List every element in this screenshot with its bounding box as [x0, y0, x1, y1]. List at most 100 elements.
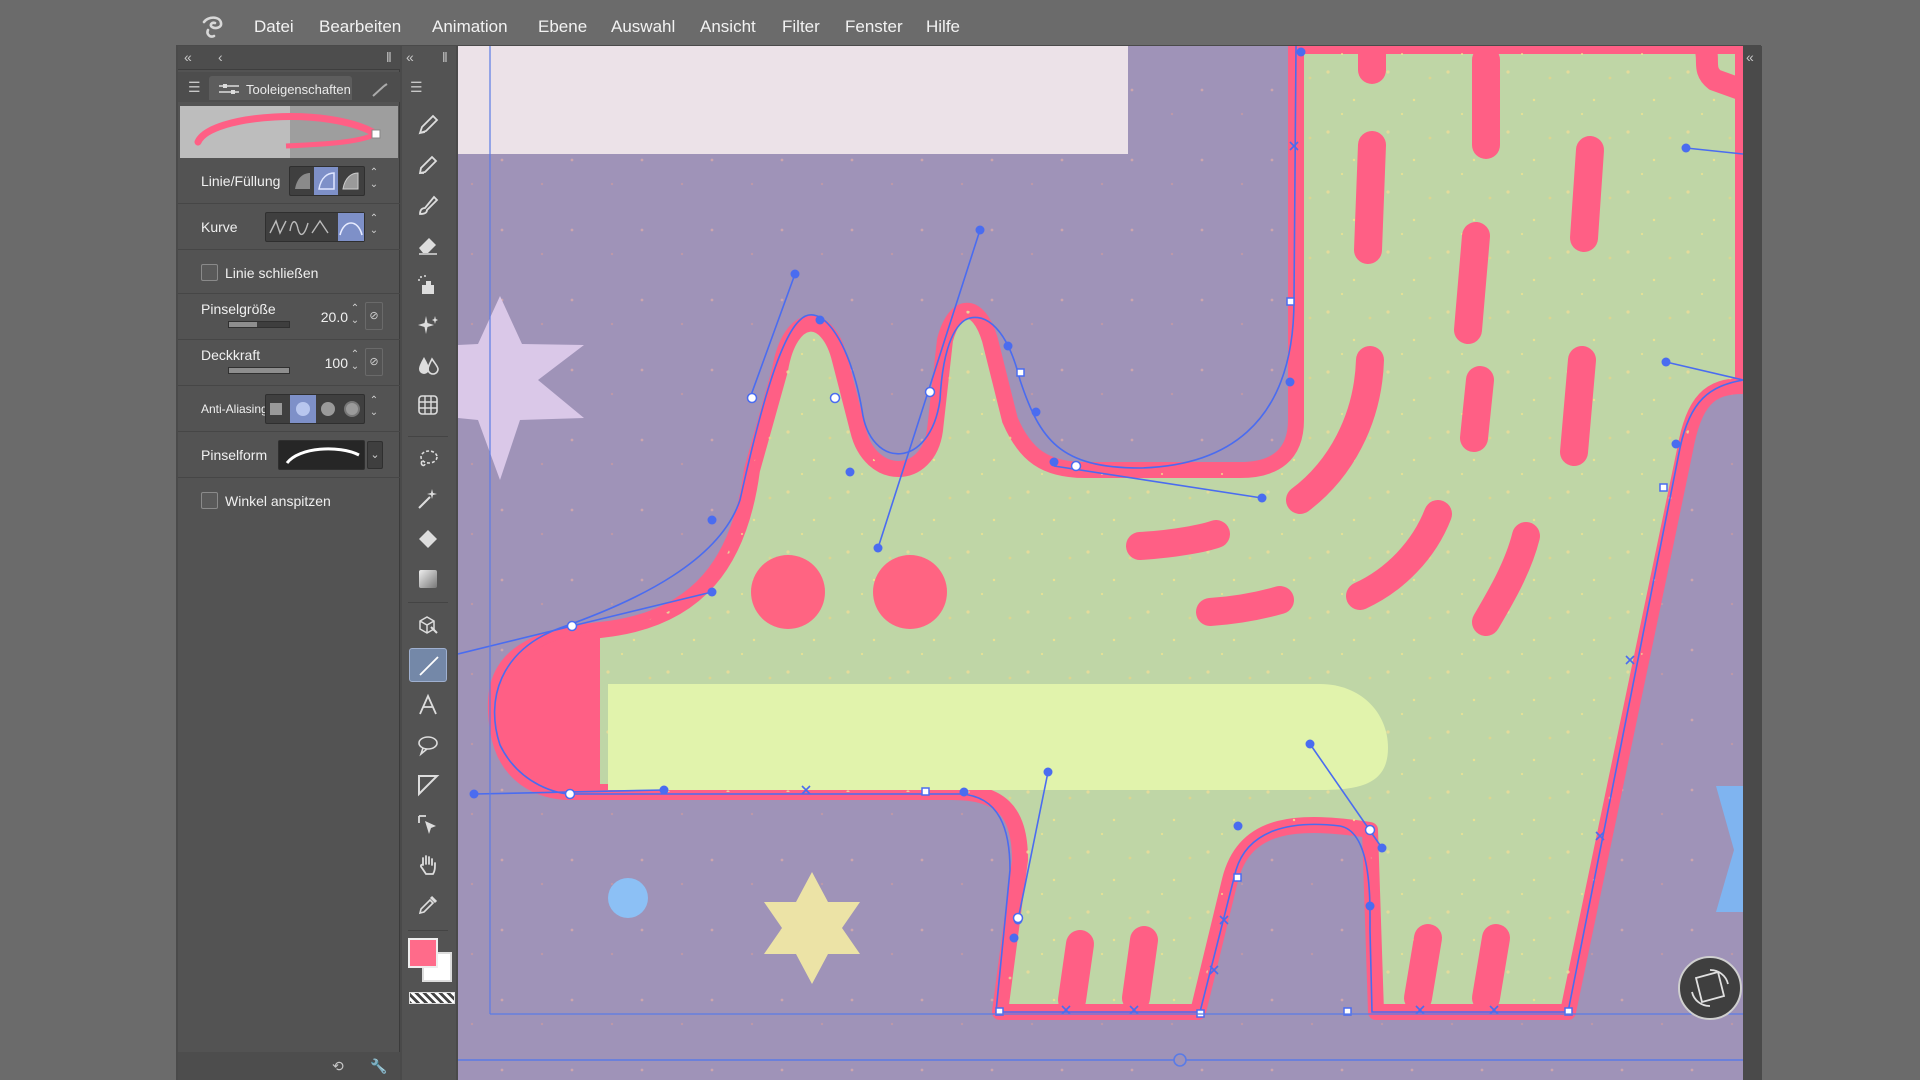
sub-tool-detail-icon[interactable]: 🔧	[370, 1059, 387, 1073]
menu-fenster[interactable]: Fenster	[845, 17, 903, 37]
reset-icon[interactable]: ⟲	[332, 1059, 344, 1073]
panel-menu-icon[interactable]: ☰	[188, 80, 201, 94]
fill-only-option[interactable]	[338, 167, 362, 195]
hand-tool[interactable]	[409, 848, 447, 882]
eyedropper-tool[interactable]	[409, 888, 447, 922]
fill-tool[interactable]	[409, 522, 447, 556]
balloon-tool[interactable]	[409, 728, 447, 762]
collapse-tools-icon[interactable]: «	[406, 50, 414, 64]
brush-size-slider[interactable]	[228, 321, 290, 328]
magic-wand-icon	[418, 489, 437, 509]
brush-size-spinner[interactable]: ⌃ ⌄	[348, 303, 362, 331]
frame-border-tool[interactable]	[409, 768, 447, 802]
line-only-option[interactable]	[290, 167, 314, 195]
menu-ebene[interactable]: Ebene	[538, 17, 587, 37]
fill-bucket-icon	[419, 530, 437, 548]
brush-shape-selector[interactable]	[278, 440, 365, 470]
eraser-tool[interactable]	[409, 228, 447, 262]
blue-dot[interactable]	[608, 878, 648, 918]
curve-type-icons	[269, 213, 364, 241]
hand-icon	[420, 855, 436, 875]
clip-studio-logo-icon[interactable]	[198, 14, 226, 42]
brush-size-label: Pinselgröße	[201, 301, 276, 317]
blend-tool[interactable]	[409, 348, 447, 382]
pale-rectangle[interactable]	[458, 46, 1128, 154]
curve-selector[interactable]	[265, 212, 365, 242]
wrench-icon[interactable]	[370, 82, 390, 98]
close-line-checkbox[interactable]	[201, 264, 218, 281]
main-color-swatch[interactable]	[408, 938, 438, 968]
text-icon	[419, 693, 437, 715]
opacity-spinner[interactable]: ⌃ ⌄	[348, 349, 362, 377]
artwork[interactable]	[458, 46, 1743, 1080]
figure-tool[interactable]	[409, 648, 447, 682]
tool-properties-icon	[219, 84, 239, 94]
blend-icon	[419, 357, 439, 375]
sharpen-corners-checkbox[interactable]	[201, 492, 218, 509]
left-eye[interactable]	[751, 555, 825, 629]
antialiasing-level-icons	[270, 395, 360, 423]
expand-right-icon[interactable]: «	[1746, 50, 1754, 64]
rotate-canvas-button[interactable]	[1678, 956, 1742, 1020]
opacity-row: Deckkraft 100 ⌃ ⌄ ⊘	[178, 340, 400, 386]
pen-tool[interactable]	[409, 108, 447, 142]
lasso-icon	[420, 450, 438, 467]
transparent-color-chip[interactable]	[409, 992, 455, 1004]
antialiasing-selector[interactable]	[265, 394, 365, 424]
opacity-value[interactable]: 100	[308, 355, 348, 371]
menu-hilfe[interactable]: Hilfe	[926, 17, 960, 37]
tab-tool-properties-label: Tooleigenschaften	[246, 82, 351, 97]
menu-ansicht[interactable]: Ansicht	[700, 17, 756, 37]
decoration-icon	[418, 316, 438, 334]
line-fill-selector[interactable]	[289, 166, 365, 196]
tools-grip-icon[interactable]: ‖	[442, 50, 448, 64]
curve-spinner[interactable]: ⌃ ⌄	[367, 213, 381, 241]
operation-tool[interactable]	[409, 808, 447, 842]
gradient-tool[interactable]	[409, 562, 447, 596]
3d-object-tool[interactable]	[409, 608, 447, 642]
brush-shape-dropdown[interactable]: ⌄	[367, 441, 383, 469]
magic-wand-tool[interactable]	[409, 482, 447, 516]
line-fill-row: Linie/Füllung ⌃ ⌄	[178, 158, 400, 204]
collapse-left-icon[interactable]: «	[184, 50, 192, 64]
panel-grip-icon[interactable]: ‖	[386, 50, 392, 64]
grid-tool[interactable]	[409, 388, 447, 422]
antialiasing-label: Anti-Aliasing	[201, 402, 268, 416]
menu-datei[interactable]: Datei	[254, 17, 294, 37]
menu-animation[interactable]: Animation	[432, 17, 508, 37]
text-tool[interactable]	[409, 688, 447, 722]
pressure-settings-button[interactable]: ⊘	[365, 302, 383, 330]
gradient-icon	[419, 570, 437, 588]
chevron-left-icon[interactable]: ‹	[218, 50, 223, 64]
menu-auswahl[interactable]: Auswahl	[611, 17, 675, 37]
airbrush-tool[interactable]	[409, 268, 447, 302]
pencil-tool[interactable]	[409, 148, 447, 182]
opacity-label: Deckkraft	[201, 347, 261, 363]
brush-preview	[180, 106, 398, 158]
close-line-label: Linie schließen	[225, 265, 319, 281]
brush-tool[interactable]	[409, 188, 447, 222]
right-eye[interactable]	[873, 555, 947, 629]
antialiasing-row: Anti-Aliasing ⌃ ⌄	[178, 386, 400, 432]
brush-size-value[interactable]: 20.0	[308, 309, 348, 325]
guide-handle[interactable]	[1173, 1053, 1187, 1067]
lasso-tool[interactable]	[409, 442, 447, 476]
airbrush-icon	[418, 275, 434, 294]
menu-bearbeiten[interactable]: Bearbeiten	[319, 17, 401, 37]
line-fill-spinner[interactable]: ⌃ ⌄	[367, 167, 381, 195]
tools-menu-icon[interactable]: ☰	[410, 80, 423, 94]
menu-filter[interactable]: Filter	[782, 17, 820, 37]
decoration-tool[interactable]	[409, 308, 447, 342]
line-fill-label: Linie/Füllung	[201, 173, 281, 189]
antialiasing-spinner[interactable]: ⌃ ⌄	[367, 395, 381, 423]
tool-properties-panel: « ‹ ‖ ☰ Tooleigenschaften Linie/Füllung	[178, 46, 400, 1080]
opacity-settings-button[interactable]: ⊘	[365, 348, 383, 376]
curve-row: Kurve ⌃ ⌄	[178, 204, 400, 250]
brush-icon	[419, 195, 439, 215]
line-fill-option[interactable]	[314, 167, 338, 195]
canvas[interactable]	[458, 46, 1743, 1080]
opacity-slider[interactable]	[228, 367, 290, 374]
creature-mouth[interactable]	[608, 684, 1388, 790]
brush-size-row: Pinselgröße 20.0 ⌃ ⌄ ⊘	[178, 294, 400, 340]
line-figure-icon	[419, 656, 439, 676]
